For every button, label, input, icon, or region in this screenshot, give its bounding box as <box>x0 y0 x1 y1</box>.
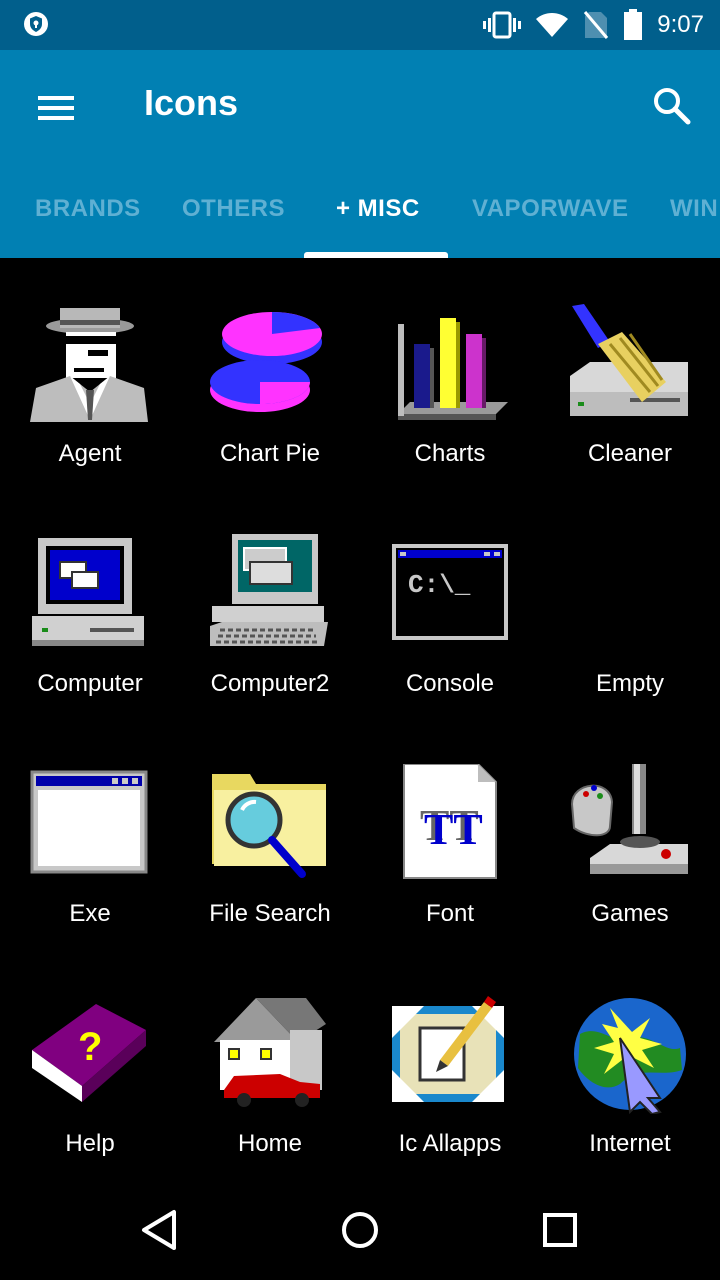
icon-label: Font <box>425 900 475 927</box>
tab-vaporwave[interactable]: VAPORWAVE <box>472 195 629 223</box>
vibrate-icon <box>483 11 522 39</box>
battery-icon <box>624 9 643 40</box>
agent-icon <box>30 308 148 422</box>
icon-label: Console <box>405 670 495 697</box>
cleaner-icon <box>570 304 688 416</box>
exe-icon <box>30 770 148 874</box>
icon-item-file-search[interactable]: File Search <box>180 718 360 948</box>
empty-icon <box>570 534 690 654</box>
status-time: 9:07 <box>657 11 704 38</box>
recents-square-icon[interactable] <box>534 1204 586 1256</box>
chart-pie-icon <box>210 312 322 412</box>
console-text: C:\_ <box>408 570 471 600</box>
icon-item-computer[interactable]: Computer <box>0 488 180 718</box>
icon-item-agent[interactable]: Agent <box>0 258 180 488</box>
icon-item-cleaner[interactable]: Cleaner <box>540 258 720 488</box>
computer2-icon <box>210 534 328 646</box>
tab-others[interactable]: OTHERS <box>182 195 285 223</box>
icon-label: Internet <box>589 1130 671 1157</box>
icon-label: File Search <box>209 900 331 927</box>
icon-item-games[interactable]: Games <box>540 718 720 948</box>
icon-item-ic-allapps[interactable]: Ic Allapps <box>360 948 540 1178</box>
icon-item-font[interactable]: TT TT Font <box>360 718 540 948</box>
home-circle-icon[interactable] <box>334 1204 386 1256</box>
icon-item-chart-pie[interactable]: Chart Pie <box>180 258 360 488</box>
app-bar: Icons BRANDS OTHERS + MISC VAPORWAVE WIN <box>0 50 720 258</box>
icon-item-console[interactable]: C:\_ Console <box>360 488 540 718</box>
back-triangle-icon[interactable] <box>134 1204 186 1256</box>
icon-label: Agent <box>58 440 122 467</box>
icon-item-empty[interactable]: Empty <box>540 488 720 718</box>
wifi-icon <box>536 13 569 37</box>
tab-brands[interactable]: BRANDS <box>35 195 141 223</box>
icon-item-charts[interactable]: Charts <box>360 258 540 488</box>
icon-label: Empty <box>595 670 664 697</box>
tab-bar: BRANDS OTHERS + MISC VAPORWAVE WIN <box>0 175 720 258</box>
ic-allapps-icon <box>392 996 504 1102</box>
tab-win[interactable]: WIN <box>670 195 718 223</box>
tab-misc[interactable]: + MISC <box>336 195 420 223</box>
vpn-shield-icon <box>24 12 48 36</box>
icon-item-internet[interactable]: Internet <box>540 948 720 1178</box>
icon-item-exe[interactable]: Exe <box>0 718 180 948</box>
icon-label: Computer <box>37 670 143 697</box>
icon-item-help[interactable]: ? Help <box>0 948 180 1178</box>
icon-item-computer2[interactable]: Computer2 <box>180 488 360 718</box>
navigation-bar <box>0 1180 720 1280</box>
games-icon <box>570 764 688 874</box>
font-text: TT <box>424 805 483 854</box>
charts-icon <box>398 318 508 420</box>
status-bar: 9:07 <box>0 0 720 50</box>
icon-label: Home <box>237 1130 303 1157</box>
font-icon: TT TT <box>403 764 497 879</box>
icon-grid: Agent Chart Pie Charts Cleaner Computer … <box>0 258 720 1178</box>
search-icon[interactable] <box>650 84 694 128</box>
icon-label: Ic Allapps <box>398 1130 502 1157</box>
help-text: ? <box>78 1025 102 1069</box>
computer-icon <box>32 538 144 646</box>
help-icon: ? <box>32 1004 146 1102</box>
icon-label: Chart Pie <box>219 440 321 467</box>
home-icon <box>214 998 326 1107</box>
icon-label: Computer2 <box>210 670 330 697</box>
page-title: Icons <box>144 82 239 123</box>
console-icon: C:\_ <box>392 544 508 640</box>
icon-label: Games <box>591 900 669 927</box>
file-search-icon <box>212 774 326 878</box>
icon-item-home[interactable]: Home <box>180 948 360 1178</box>
internet-icon <box>574 998 686 1114</box>
icon-label: Charts <box>414 440 486 467</box>
icon-label: Help <box>65 1130 115 1157</box>
icon-label: Cleaner <box>587 440 673 467</box>
icon-label: Exe <box>69 900 111 927</box>
no-sim-icon <box>584 11 609 39</box>
hamburger-menu-icon[interactable] <box>36 90 76 126</box>
